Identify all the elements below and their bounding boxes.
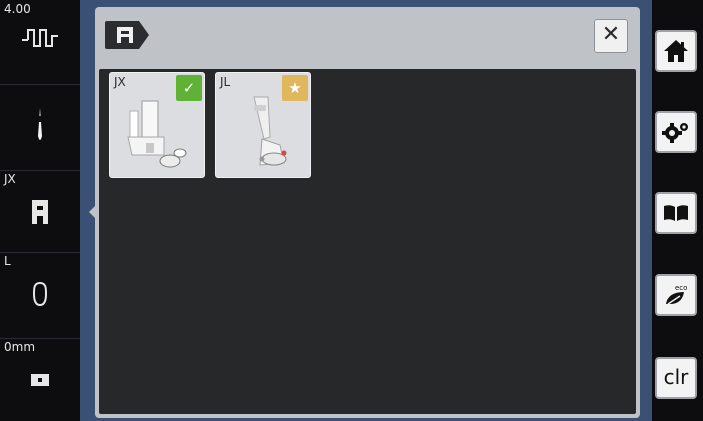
eco-icon: eco [666, 284, 687, 305]
stitch-length-control[interactable]: 4.00 [0, 0, 80, 85]
left-panel: 4.00 JX L 0mm [0, 0, 80, 421]
home-button[interactable] [655, 30, 697, 72]
home-icon [664, 40, 688, 62]
settings-icon [662, 123, 688, 143]
foot-tile-jx[interactable]: JX ✓ [109, 72, 205, 178]
stitch-pattern-icon [22, 29, 58, 47]
foot-image-jl [253, 96, 287, 166]
bobbin-icon [32, 281, 48, 307]
presser-foot-code: JX [4, 172, 16, 186]
settings-button[interactable] [655, 111, 697, 153]
clear-button[interactable]: clr [655, 357, 697, 399]
width-value: 0mm [4, 340, 36, 354]
close-icon: ✕ [601, 22, 621, 47]
presser-foot-control[interactable]: JX [0, 170, 80, 253]
presser-foot-dialog: ✕ JX ✓ JL ★ [95, 7, 640, 418]
foot-code: JL [220, 75, 231, 89]
thread-control[interactable]: L [0, 252, 80, 339]
close-button[interactable]: ✕ [594, 19, 628, 53]
tutorial-button[interactable] [655, 192, 697, 234]
svg-text:eco: eco [675, 284, 687, 292]
clear-label: clr [663, 365, 689, 389]
foot-code: JX [114, 75, 126, 89]
stitch-value: 4.00 [4, 2, 31, 16]
foot-tile-jl[interactable]: JL ★ [215, 72, 311, 178]
needle-position-icon [31, 374, 49, 386]
thread-label: L [4, 254, 11, 268]
needle-icon [38, 108, 42, 140]
presser-foot-tab-icon [105, 21, 149, 49]
book-icon [664, 205, 688, 221]
width-control[interactable]: 0mm [0, 338, 80, 421]
foot-image-jx [127, 100, 187, 168]
eco-button[interactable]: eco [655, 274, 697, 316]
presser-foot-icon [32, 200, 48, 224]
needle-control[interactable] [0, 84, 80, 171]
right-panel: eco clr [652, 0, 703, 421]
